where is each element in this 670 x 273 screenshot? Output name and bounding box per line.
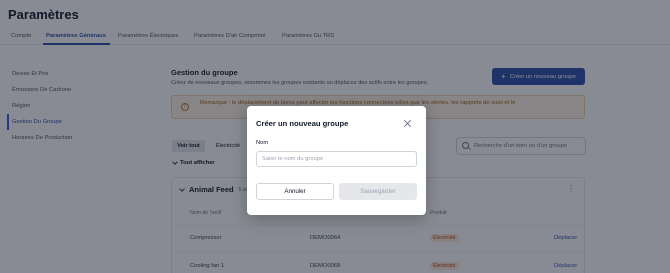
close-icon[interactable] [403,119,412,128]
group-name-input[interactable] [256,151,417,167]
save-button[interactable]: Sauvegarder [339,183,417,200]
modal-title: Créer un nouveau groupe [256,119,349,128]
cancel-button[interactable]: Annuler [256,183,334,200]
group-name-label: Nom [256,140,269,146]
create-group-modal: Créer un nouveau groupe Nom Annuler Sauv… [247,106,426,215]
